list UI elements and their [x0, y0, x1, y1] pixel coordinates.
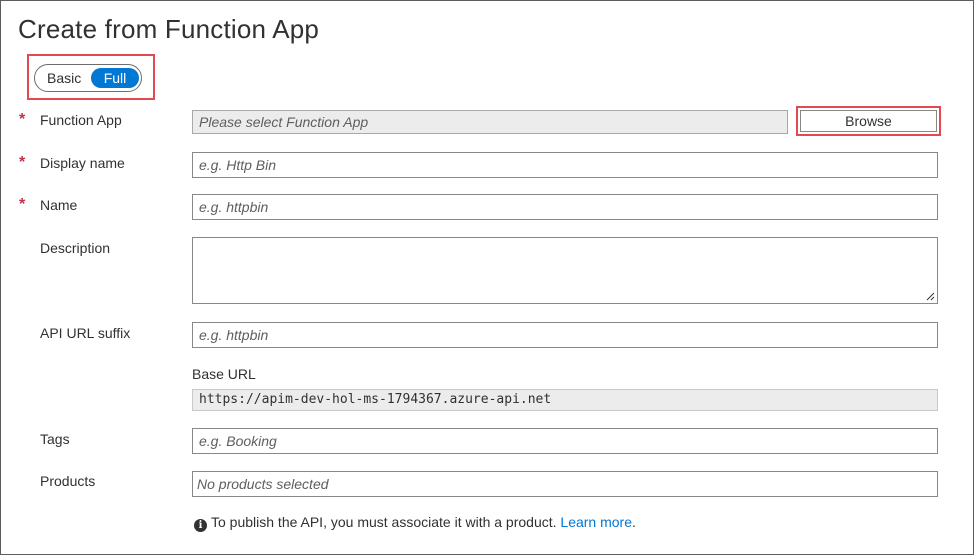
toggle-full-option[interactable]: Full — [91, 68, 139, 88]
products-label: Products — [40, 473, 96, 489]
function-app-label: Function App — [40, 112, 122, 128]
base-url-value: https://apim-dev-hol-ms-1794367.azure-ap… — [192, 389, 938, 411]
description-textarea[interactable] — [192, 237, 938, 304]
required-marker: * — [19, 196, 26, 213]
product-notice: i To publish the API, you must associate … — [194, 514, 636, 532]
required-marker: * — [19, 154, 26, 171]
tags-label: Tags — [40, 431, 70, 447]
products-selector[interactable]: No products selected — [192, 471, 938, 497]
learn-more-link[interactable]: Learn more — [560, 514, 632, 530]
resize-handle-icon[interactable] — [925, 291, 935, 301]
function-app-field: Please select Function App — [192, 110, 788, 134]
required-marker: * — [19, 111, 26, 128]
display-name-label: Display name — [40, 155, 125, 171]
info-icon: i — [194, 519, 207, 532]
name-input[interactable]: e.g. httpbin — [192, 194, 938, 220]
browse-button[interactable]: Browse — [800, 110, 937, 132]
basic-full-toggle[interactable]: Basic Full — [34, 64, 142, 92]
api-url-suffix-input[interactable]: e.g. httpbin — [192, 322, 938, 348]
notice-trailing: . — [632, 514, 636, 530]
tags-input[interactable]: e.g. Booking — [192, 428, 938, 454]
base-url-label: Base URL — [192, 366, 256, 382]
api-url-suffix-label: API URL suffix — [40, 325, 131, 341]
page-title: Create from Function App — [18, 14, 320, 44]
name-label: Name — [40, 197, 78, 213]
notice-text: To publish the API, you must associate i… — [211, 514, 557, 530]
toggle-basic-option[interactable]: Basic — [47, 70, 81, 86]
description-label: Description — [40, 240, 111, 256]
display-name-input[interactable]: e.g. Http Bin — [192, 152, 938, 178]
